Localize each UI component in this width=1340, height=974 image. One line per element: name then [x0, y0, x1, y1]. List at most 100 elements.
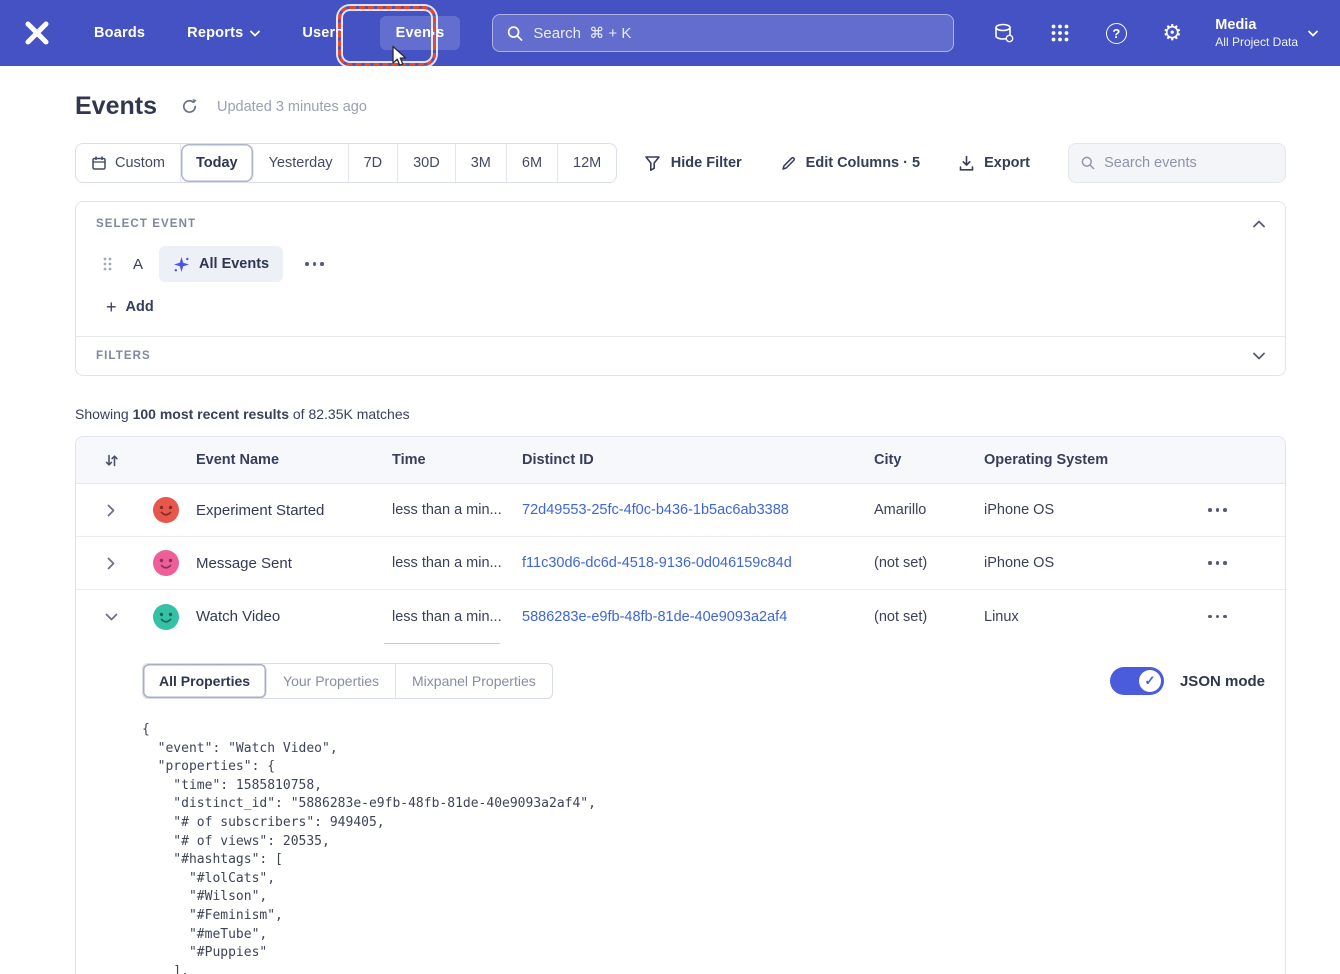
- events-search-input[interactable]: [1104, 155, 1273, 171]
- nav-item-boards[interactable]: Boards: [88, 16, 151, 50]
- cell-distinct-id[interactable]: 72d49553-25fc-4f0c-b436-1b5ac6ab3388: [512, 502, 864, 518]
- calendar-icon: [91, 155, 107, 171]
- drag-handle-icon[interactable]: [102, 256, 113, 272]
- date-range-label: 7D: [364, 155, 383, 171]
- mixpanel-logo-icon[interactable]: [22, 18, 52, 48]
- download-icon: [958, 155, 975, 172]
- settings-gear-icon[interactable]: ⚙: [1159, 20, 1185, 46]
- nav-item-events[interactable]: Events: [380, 16, 461, 50]
- date-range-label: 12M: [573, 155, 601, 171]
- expand-row-icon[interactable]: [97, 496, 125, 524]
- date-range-yesterday[interactable]: Yesterday: [254, 144, 349, 182]
- main-content: Events Updated 3 minutes ago Custom Toda…: [0, 66, 1340, 974]
- tab-your-properties[interactable]: Your Properties: [267, 664, 396, 698]
- collapse-row-icon[interactable]: [97, 603, 125, 631]
- toggle-check-icon: ✓: [1139, 670, 1161, 692]
- nav-label-reports: Reports: [187, 25, 243, 41]
- toolbar-right: Hide Filter Edit Columns · 5 Export: [644, 143, 1286, 183]
- properties-tab-group: All Properties Your Properties Mixpanel …: [142, 663, 553, 699]
- add-event-button[interactable]: + Add: [106, 298, 154, 316]
- column-header-city[interactable]: City: [864, 452, 974, 468]
- column-header-time[interactable]: Time: [382, 452, 512, 468]
- date-range-label: 3M: [471, 155, 491, 171]
- cell-time: less than a min...: [382, 609, 512, 625]
- cell-distinct-id[interactable]: 5886283e-e9fb-48fb-81de-40e9093a2af4: [512, 609, 864, 625]
- filters-label: FILTERS: [96, 350, 151, 362]
- event-avatar: [146, 497, 186, 523]
- row-more-button[interactable]: [1202, 502, 1233, 518]
- nav-item-reports[interactable]: Reports: [181, 16, 266, 50]
- row-more-button[interactable]: [1202, 555, 1233, 571]
- apps-grid-icon[interactable]: [1047, 20, 1073, 46]
- nav-item-users[interactable]: Users: [296, 16, 349, 50]
- help-icon[interactable]: ?: [1103, 20, 1129, 46]
- refresh-icon[interactable]: [177, 94, 203, 120]
- results-prefix: Showing: [75, 406, 133, 422]
- cell-distinct-id[interactable]: f11c30d6-dc6d-4518-9136-0d046159c84d: [512, 555, 864, 571]
- hide-filter-button[interactable]: Hide Filter: [644, 155, 742, 172]
- select-event-label: SELECT EVENT: [96, 218, 196, 230]
- global-search[interactable]: [492, 14, 954, 52]
- sort-icon[interactable]: [76, 453, 146, 468]
- edit-columns-button[interactable]: Edit Columns · 5: [780, 155, 920, 172]
- event-more-button[interactable]: [299, 256, 330, 272]
- search-icon: [1081, 155, 1095, 171]
- updated-text: Updated 3 minutes ago: [217, 99, 367, 115]
- table-row-expanded[interactable]: Watch Video less than a min... 5886283e-…: [76, 590, 1285, 643]
- top-navbar: Boards Reports Users Events ? ⚙ Media Al…: [0, 0, 1340, 66]
- date-range-3m[interactable]: 3M: [456, 144, 507, 182]
- date-range-6m[interactable]: 6M: [507, 144, 558, 182]
- chevron-down-icon[interactable]: [1253, 352, 1265, 360]
- date-range-30d[interactable]: 30D: [398, 144, 456, 182]
- project-subtitle: All Project Data: [1215, 35, 1298, 49]
- export-button[interactable]: Export: [958, 155, 1030, 172]
- row-more-button[interactable]: [1202, 609, 1233, 625]
- table-row[interactable]: Message Sent less than a min... f11c30d6…: [76, 537, 1285, 590]
- project-switcher[interactable]: Media All Project Data: [1215, 17, 1318, 49]
- date-range-label: 6M: [522, 155, 542, 171]
- search-icon: [507, 25, 523, 42]
- date-range-custom[interactable]: Custom: [76, 144, 181, 182]
- date-range-label: Custom: [115, 155, 165, 171]
- json-mode-toggle[interactable]: ✓: [1110, 667, 1164, 695]
- date-range-control: Custom Today Yesterday 7D 30D 3M 6M 12M: [75, 143, 617, 183]
- chevron-down-icon: [250, 30, 260, 37]
- nav-label-boards: Boards: [94, 25, 145, 41]
- column-header-event-name[interactable]: Event Name: [186, 452, 382, 468]
- tab-mixpanel-properties[interactable]: Mixpanel Properties: [396, 664, 552, 698]
- expand-row-icon[interactable]: [97, 549, 125, 577]
- plus-icon: +: [106, 298, 117, 316]
- nav-items: Boards Reports Users Events: [88, 16, 460, 50]
- cell-os: Linux: [974, 609, 1150, 625]
- events-table: Event Name Time Distinct ID City Operati…: [75, 436, 1286, 974]
- date-range-12m[interactable]: 12M: [558, 144, 616, 182]
- select-event-card: SELECT EVENT A All Events + Add FILTERS: [75, 201, 1286, 376]
- cell-city: Amarillo: [864, 502, 974, 518]
- column-header-distinct-id[interactable]: Distinct ID: [512, 452, 864, 468]
- add-row: + Add: [76, 282, 1285, 336]
- data-management-icon[interactable]: [991, 20, 1017, 46]
- json-mode-control: ✓ JSON mode: [1110, 667, 1265, 695]
- chevron-up-icon[interactable]: [1253, 220, 1265, 228]
- all-events-chip[interactable]: All Events: [159, 246, 283, 282]
- cell-os: iPhone OS: [974, 502, 1150, 518]
- export-label: Export: [984, 155, 1030, 171]
- date-range-7d[interactable]: 7D: [349, 144, 399, 182]
- table-row[interactable]: Experiment Started less than a min... 72…: [76, 484, 1285, 537]
- global-search-input[interactable]: [533, 25, 939, 42]
- tab-all-properties[interactable]: All Properties: [143, 664, 267, 698]
- select-event-header[interactable]: SELECT EVENT: [76, 202, 1285, 240]
- filters-section-header[interactable]: FILTERS: [76, 336, 1285, 375]
- events-search[interactable]: [1068, 143, 1286, 183]
- date-range-label: Today: [196, 155, 238, 171]
- nav-label-users: Users: [302, 25, 343, 41]
- cell-os: iPhone OS: [974, 555, 1150, 571]
- project-name: Media: [1215, 17, 1298, 33]
- time-cell-underline: [384, 643, 500, 644]
- event-detail-panel: All Properties Your Properties Mixpanel …: [76, 643, 1285, 974]
- cell-event-name: Message Sent: [186, 555, 382, 572]
- chevron-down-icon: [1308, 30, 1318, 37]
- all-events-label: All Events: [199, 256, 269, 272]
- column-header-os[interactable]: Operating System: [974, 452, 1150, 468]
- date-range-today[interactable]: Today: [181, 144, 254, 182]
